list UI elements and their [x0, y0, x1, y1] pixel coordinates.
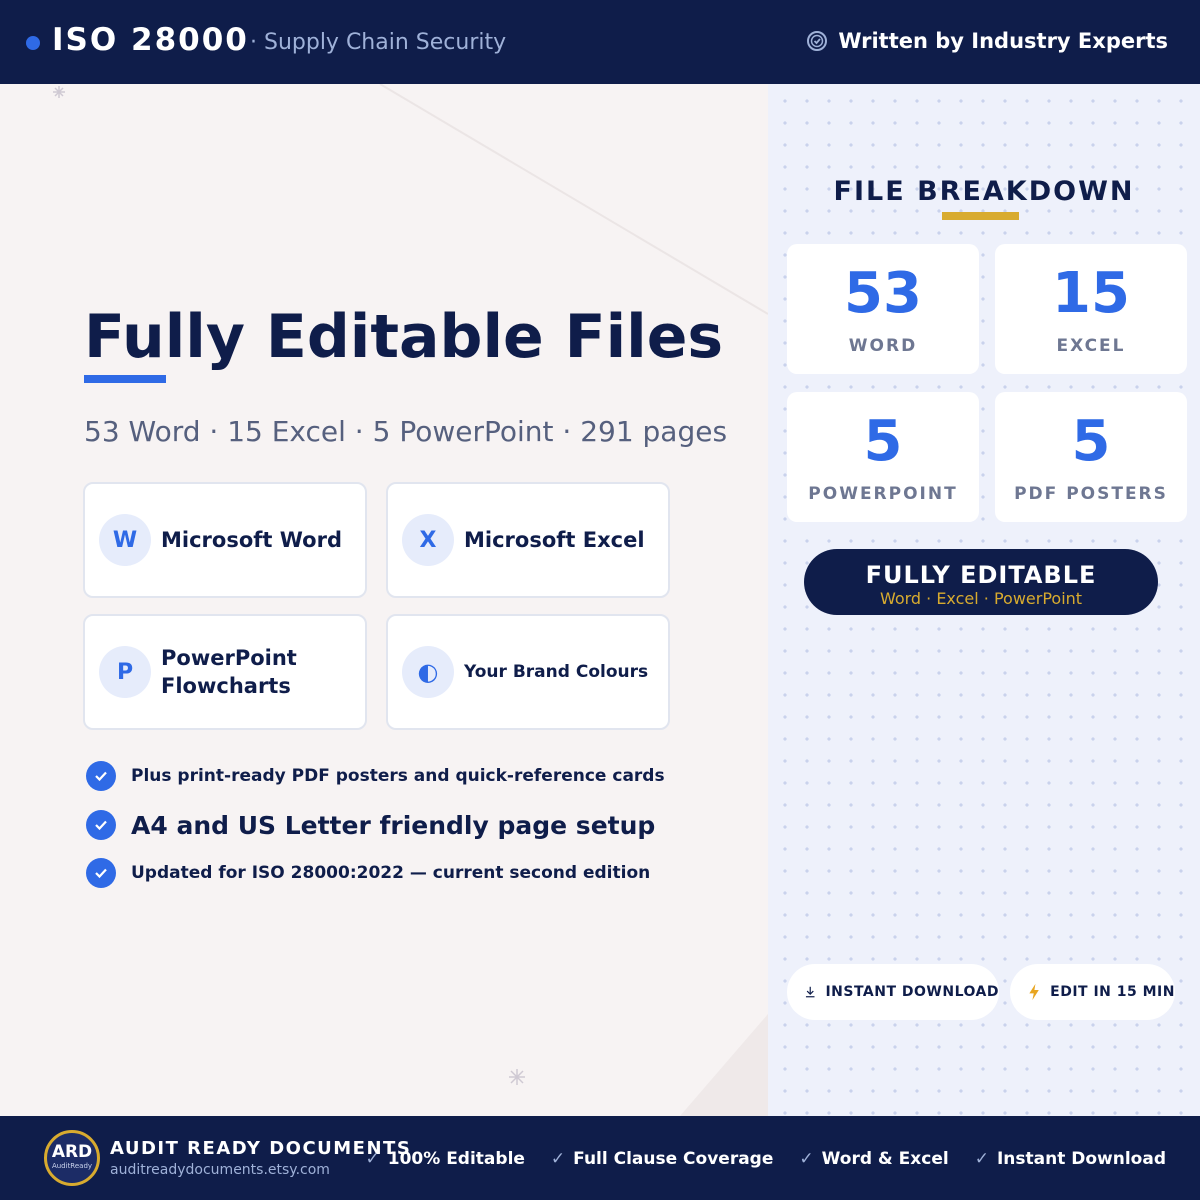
title-underline — [84, 375, 166, 383]
check-icon — [86, 858, 116, 888]
check-item-text: Updated for ISO 28000:2022 — current sec… — [131, 863, 651, 883]
feature-label: Your Brand Colours — [464, 662, 649, 682]
feature-label: Microsoft Word — [161, 528, 342, 552]
stat-card-pdf-posters: 5 PDF POSTERS — [995, 392, 1187, 522]
page-subtitle: 53 Word · 15 Excel · 5 PowerPoint · 291 … — [84, 415, 728, 448]
edit-time-badge: EDIT IN 15 MIN — [1010, 964, 1175, 1020]
verified-badge-icon — [807, 31, 828, 51]
stat-label: POWERPOINT — [808, 484, 958, 504]
brand-colours-icon: ◐ — [402, 646, 454, 698]
check-icon: ✓ — [974, 1149, 989, 1169]
stat-card-powerpoint: 5 POWERPOINT — [787, 392, 979, 522]
sparkle-icon — [509, 1069, 525, 1085]
stat-label: EXCEL — [1056, 336, 1126, 356]
check-item-text: A4 and US Letter friendly page setup — [131, 810, 656, 840]
brand-logo: ARD AuditReady — [44, 1130, 100, 1186]
logo-initials: ARD — [51, 1142, 93, 1162]
stat-value: 53 — [844, 261, 922, 326]
stat-card-excel: 15 EXCEL — [995, 244, 1187, 374]
check-icon — [86, 761, 116, 791]
feature-card-brand-colours: ◐ Your Brand Colours — [386, 614, 670, 730]
check-icon: ✓ — [799, 1149, 814, 1169]
background-decoration — [53, 84, 768, 1116]
stat-label: PDF POSTERS — [1014, 484, 1168, 504]
footer-item: ✓ 100% Editable — [365, 1149, 525, 1169]
feature-label: PowerPoint Flowcharts — [161, 646, 297, 698]
file-breakdown-title: FILE BREAKDOWN — [833, 176, 1135, 207]
check-item: Plus print-ready PDF posters and quick-r… — [86, 761, 665, 791]
stat-label: WORD — [848, 336, 918, 356]
check-icon: ✓ — [550, 1149, 566, 1169]
feature-card-excel: X Microsoft Excel — [386, 482, 670, 598]
status-dot-icon — [26, 36, 40, 50]
check-item: A4 and US Letter friendly page setup — [86, 810, 655, 840]
header-tagline: Written by Industry Experts — [806, 29, 1168, 53]
header-bar: ISO 28000 · Supply Chain Security Writte… — [0, 0, 1200, 84]
instant-download-badge: INSTANT DOWNLOAD — [787, 964, 999, 1020]
header-tagline-text: Written by Industry Experts — [838, 29, 1168, 53]
check-icon: ✓ — [365, 1149, 380, 1169]
check-icon — [86, 810, 116, 840]
footer-item: ✓ Instant Download — [974, 1149, 1166, 1169]
stat-value: 5 — [863, 409, 903, 474]
word-icon: W — [99, 514, 151, 566]
brand-url: auditreadydocuments.etsy.com — [110, 1162, 330, 1178]
footer-item: ✓ Word & Excel — [799, 1149, 949, 1169]
powerpoint-icon: P — [99, 646, 151, 698]
stat-value: 15 — [1052, 261, 1130, 326]
header-title: ISO 28000 — [52, 22, 249, 58]
fully-editable-pill: FULLY EDITABLE Word · Excel · PowerPoint — [804, 549, 1158, 615]
check-item: Updated for ISO 28000:2022 — current sec… — [86, 858, 650, 888]
footer-item: ✓ Full Clause Coverage — [550, 1149, 774, 1169]
footer-bar: ARD AuditReady AUDIT READY DOCUMENTS aud… — [0, 1116, 1200, 1200]
stat-value: 5 — [1071, 409, 1111, 474]
feature-card-powerpoint: P PowerPoint Flowcharts — [83, 614, 367, 730]
badge-label: INSTANT DOWNLOAD — [825, 984, 999, 1000]
header-subtitle: · Supply Chain Security — [250, 30, 507, 55]
file-breakdown-underline — [942, 212, 1019, 220]
pill-subtitle: Word · Excel · PowerPoint — [879, 589, 1083, 608]
check-item-text: Plus print-ready PDF posters and quick-r… — [131, 766, 665, 786]
pill-title: FULLY EDITABLE — [865, 561, 1097, 589]
lightning-icon — [1029, 983, 1039, 1001]
badge-label: EDIT IN 15 MIN — [1050, 984, 1175, 1000]
sparkle-icon — [53, 86, 65, 98]
excel-icon: X — [402, 514, 454, 566]
download-icon — [805, 986, 815, 998]
feature-label: Microsoft Excel — [464, 528, 645, 552]
stat-card-word: 53 WORD — [787, 244, 979, 374]
page-title: Fully Editable Files — [84, 302, 724, 372]
feature-card-word: W Microsoft Word — [83, 482, 367, 598]
footer-feature-list: ✓ 100% Editable ✓ Full Clause Coverage ✓ Wo… — [366, 1149, 1167, 1169]
logo-subtext: AuditReady — [51, 1162, 93, 1170]
left-panel-background — [0, 84, 768, 1116]
